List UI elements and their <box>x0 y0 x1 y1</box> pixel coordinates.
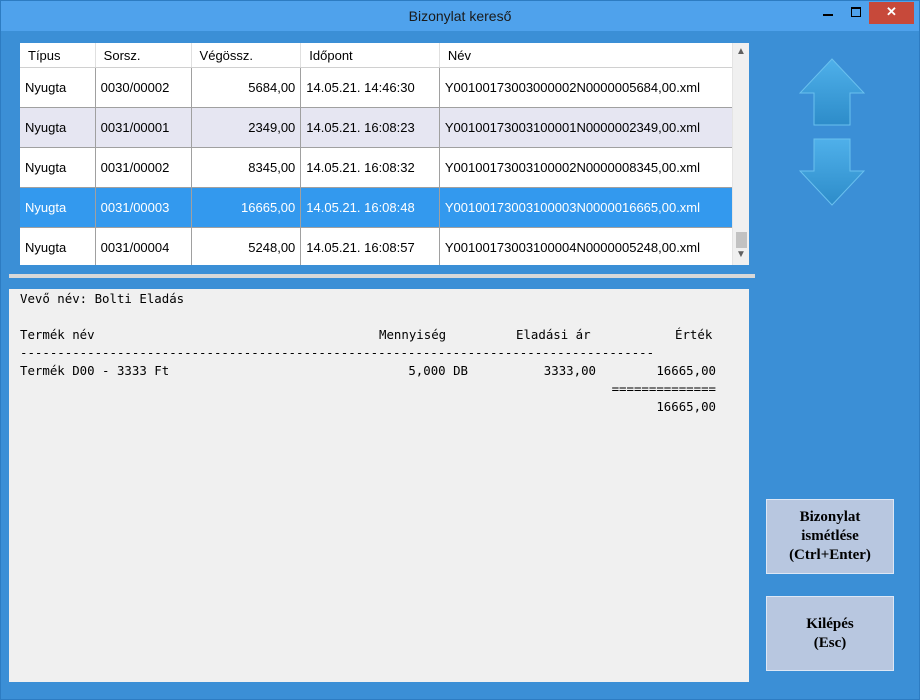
cell-name: Y00100173003100003N0000016665,00.xml <box>439 187 749 228</box>
receipt-customer: Vevő név: Bolti Eladás <box>20 291 185 306</box>
cell-time: 14.05.21. 16:08:23 <box>300 107 440 148</box>
cell-name: Y00100173003100002N0000008345,00.xml <box>439 147 749 188</box>
receipt-item-name: Termék D00 - 3333 Ft <box>20 363 170 378</box>
minimize-button[interactable] <box>817 2 839 24</box>
table-row[interactable]: Nyugta 0031/00002 8345,00 14.05.21. 16:0… <box>20 147 749 188</box>
table-row-selected[interactable]: Nyugta 0031/00003 16665,00 14.05.21. 16:… <box>20 187 749 228</box>
cell-total: 2349,00 <box>191 107 302 148</box>
scrollbar-thumb[interactable] <box>736 232 747 248</box>
column-header-time[interactable]: Időpont <box>300 43 440 68</box>
cell-serial: 0030/00002 <box>95 67 192 108</box>
minimize-icon <box>823 14 833 16</box>
receipt-separator: ----------------------------------------… <box>20 345 655 360</box>
cell-serial: 0031/00002 <box>95 147 192 188</box>
cell-type: Nyugta <box>20 187 96 228</box>
table-row[interactable]: Nyugta 0031/00001 2349,00 14.05.21. 16:0… <box>20 107 749 148</box>
cell-type: Nyugta <box>20 227 96 265</box>
title-bar[interactable]: Bizonylat kereső ✕ <box>1 1 919 31</box>
exit-label-line1: Kilépés <box>806 615 854 632</box>
reprint-label-line1: Bizonylat <box>799 509 861 525</box>
cell-time: 14.05.21. 16:08:48 <box>300 187 440 228</box>
receipt-total: 16665,00 <box>656 399 716 414</box>
document-table: Típus Sorsz. Végössz. Időpont Név Nyugta… <box>20 43 749 265</box>
receipt-item-price: 3333,00 <box>543 363 596 378</box>
cell-time: 14.05.21. 14:46:30 <box>300 67 440 108</box>
receipt-header-product: Termék név <box>20 327 95 342</box>
receipt-header-qty: Mennyiség <box>379 327 447 342</box>
cell-serial: 0031/00001 <box>95 107 192 148</box>
scroll-down-icon[interactable]: ▼ <box>736 249 746 260</box>
column-header-total[interactable]: Végössz. <box>191 43 302 68</box>
close-icon: ✕ <box>886 4 897 19</box>
receipt-item-qty: 5,000 DB <box>408 363 468 378</box>
cell-total: 5248,00 <box>191 227 302 265</box>
receipt-preview: Vevő név: Bolti Eladás Termék név Mennyi… <box>9 289 749 682</box>
table-row[interactable]: Nyugta 0031/00004 5248,00 14.05.21. 16:0… <box>20 227 749 265</box>
cell-total: 5684,00 <box>191 67 302 108</box>
cell-time: 14.05.21. 16:08:57 <box>300 227 440 265</box>
cell-type: Nyugta <box>20 67 96 108</box>
close-button[interactable]: ✕ <box>869 2 914 24</box>
maximize-button[interactable] <box>845 2 867 24</box>
table-row[interactable]: Nyugta 0030/00002 5684,00 14.05.21. 14:4… <box>20 67 749 108</box>
document-grid[interactable]: Típus Sorsz. Végössz. Időpont Név Nyugta… <box>20 43 749 265</box>
receipt-header-value: Érték <box>675 327 713 342</box>
maximize-icon <box>851 7 861 17</box>
cell-serial: 0031/00004 <box>95 227 192 265</box>
arrow-down-icon[interactable] <box>799 138 865 206</box>
column-header-type[interactable]: Típus <box>20 43 96 68</box>
reprint-label-line3: (Ctrl+Enter) <box>789 547 871 563</box>
cell-serial: 0031/00003 <box>95 187 192 228</box>
cell-name: Y00100173003100001N0000002349,00.xml <box>439 107 749 148</box>
exit-label-line2: (Esc) <box>813 634 847 651</box>
reprint-label-line2: ismétlése <box>801 528 859 544</box>
cell-type: Nyugta <box>20 107 96 148</box>
cell-time: 14.05.21. 16:08:32 <box>300 147 440 188</box>
column-header-name[interactable]: Név <box>439 43 749 68</box>
cell-name: Y00100173003000002N0000005684,00.xml <box>439 67 749 108</box>
receipt-item-value: 16665,00 <box>656 363 716 378</box>
scroll-up-icon[interactable]: ▲ <box>736 46 746 57</box>
receipt-total-separator: ============== <box>611 381 716 396</box>
cell-total: 16665,00 <box>191 187 302 228</box>
reprint-button[interactable]: Bizonylat ismétlése (Ctrl+Enter) <box>766 499 894 574</box>
column-header-serial[interactable]: Sorsz. <box>95 43 192 68</box>
panel-splitter[interactable] <box>9 274 755 278</box>
exit-button[interactable]: Kilépés (Esc) <box>766 596 894 671</box>
cell-type: Nyugta <box>20 147 96 188</box>
arrow-up-icon[interactable] <box>799 58 865 126</box>
window: Bizonylat kereső ✕ Típus Sorsz. Végössz.… <box>0 0 920 700</box>
grid-scrollbar[interactable]: ▲ ▼ <box>732 43 749 265</box>
receipt-header-price: Eladási ár <box>516 327 591 342</box>
table-header-row: Típus Sorsz. Végössz. Időpont Név <box>20 43 749 68</box>
cell-total: 8345,00 <box>191 147 302 188</box>
cell-name: Y00100173003100004N0000005248,00.xml <box>439 227 749 265</box>
window-title: Bizonylat kereső <box>408 8 512 24</box>
